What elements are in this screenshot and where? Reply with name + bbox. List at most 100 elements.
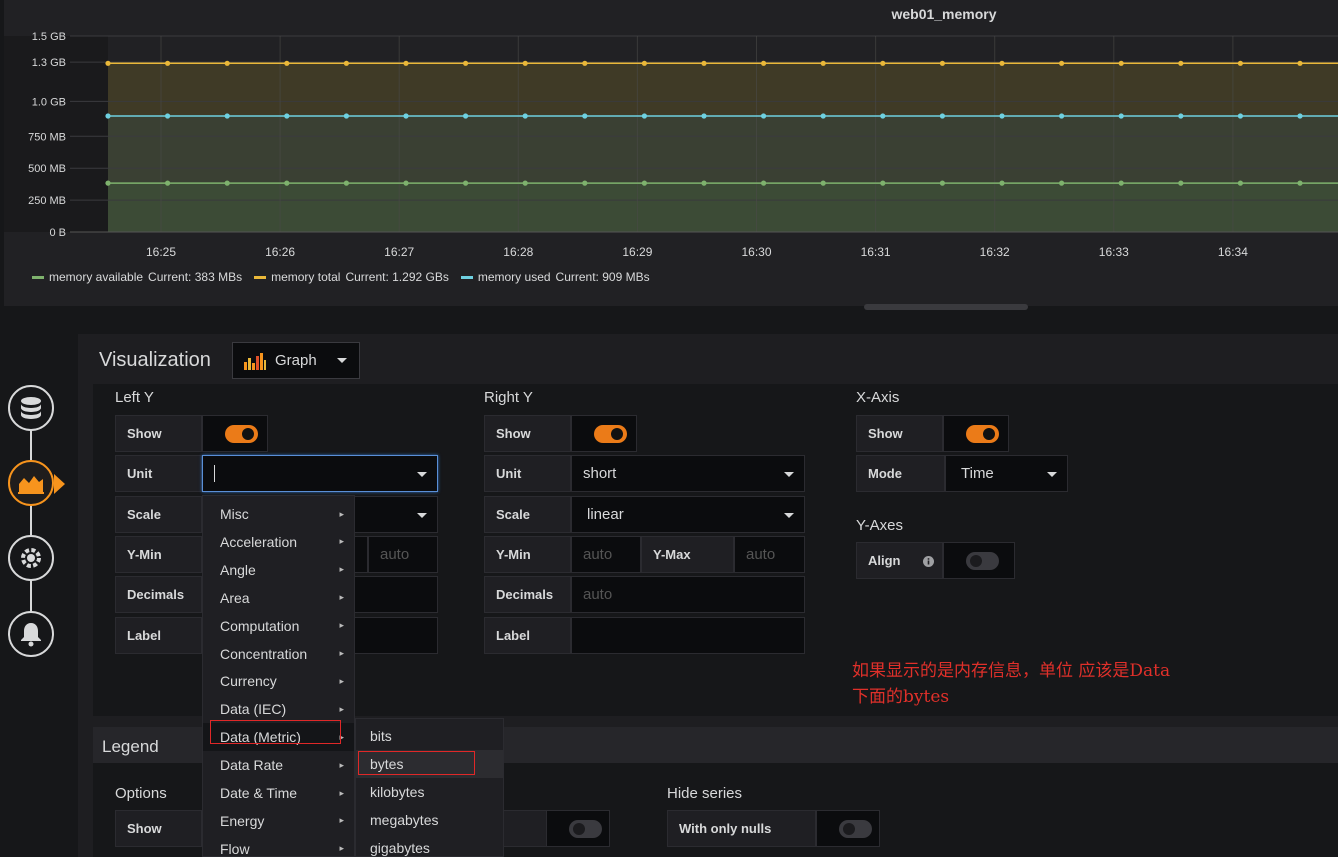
x-axis-mode-value: Time [961, 465, 994, 482]
right-y-label-input[interactable] [571, 617, 805, 654]
x-axis-show-toggle[interactable] [966, 424, 999, 443]
legend-swatch [460, 275, 473, 279]
right-y-scale-row: Scale linear [484, 496, 805, 533]
y-tick-label: 250 MB [28, 195, 66, 207]
y-axes-align-text: Align [868, 553, 901, 568]
chevron-right-icon: ▸ [339, 675, 344, 686]
visualization-icon[interactable] [8, 460, 54, 506]
unit-category-label: Data (IEC) [220, 701, 287, 718]
annotation-line-1: 如果显示的是内存信息，单位 应该是Data [852, 661, 1171, 681]
data-point [165, 180, 171, 186]
right-y-max-label: Y-Max [641, 536, 734, 573]
legend-item-memory-used[interactable]: memory used Current: 909 MBs [460, 270, 650, 284]
data-point [343, 60, 349, 66]
chevron-down-icon [336, 358, 347, 363]
unit-category-item[interactable]: Flow ▸ [203, 835, 354, 857]
right-y-show-field [571, 415, 637, 452]
database-icon[interactable] [8, 385, 54, 431]
highlight-box-data-metric [210, 720, 341, 744]
right-y-show-toggle[interactable] [594, 424, 627, 443]
legend-current-value: Current: 909 MBs [555, 270, 650, 284]
chevron-down-icon [784, 472, 794, 477]
data-point [343, 180, 349, 186]
left-y-show-toggle[interactable] [225, 424, 258, 443]
data-point [224, 60, 230, 66]
data-point [403, 60, 409, 66]
left-y-title: Left Y [115, 389, 154, 406]
annotation-note: 如果显示的是内存信息，单位 应该是Data 下面的bytes [852, 658, 1252, 710]
y-tick-label: 1.0 GB [32, 96, 66, 108]
data-point [999, 180, 1005, 186]
unit-category-item[interactable]: Currency ▸ [203, 667, 354, 695]
unit-category-item[interactable]: Computation ▸ [203, 612, 354, 640]
x-axis-mode-select[interactable]: Time [945, 455, 1068, 492]
data-point [165, 113, 171, 119]
unit-category-item[interactable]: Area ▸ [203, 584, 354, 612]
unit-category-item[interactable]: Concentration ▸ [203, 640, 354, 668]
unit-option-item[interactable]: gigabytes [356, 834, 503, 857]
data-point [1059, 60, 1065, 66]
info-icon[interactable] [923, 556, 934, 567]
unit-category-item[interactable]: Acceleration ▸ [203, 528, 354, 556]
unit-category-label: Acceleration [220, 533, 298, 550]
data-point [999, 113, 1005, 119]
area-fill-total [108, 63, 1338, 117]
unit-option-item[interactable]: megabytes [356, 806, 503, 834]
unit-category-label: Computation [220, 617, 300, 634]
right-y-scale-value: linear [587, 506, 624, 523]
data-point [1297, 180, 1303, 186]
visualization-picker[interactable]: Graph [232, 342, 360, 379]
x-tick-label: 16:25 [146, 245, 176, 259]
left-y-label-label: Label [115, 617, 202, 654]
y-tick-label: 500 MB [28, 163, 66, 175]
left-y-max-input[interactable]: auto [368, 536, 438, 573]
unit-category-item[interactable]: Date & Time ▸ [203, 779, 354, 807]
right-y-max-input[interactable]: auto [734, 536, 805, 573]
with-only-nulls-field [816, 810, 880, 847]
right-y-unit-select[interactable]: short [571, 455, 805, 492]
chevron-right-icon: ▸ [339, 843, 344, 854]
unit-category-item[interactable]: Angle ▸ [203, 556, 354, 584]
data-point [105, 180, 111, 186]
unit-submenu: bits bytes kilobytes megabytes gigabytes [355, 718, 504, 857]
data-point [939, 113, 946, 119]
x-tick-label: 16:33 [1099, 245, 1129, 259]
right-y-min-input[interactable]: auto [571, 536, 641, 573]
data-point [761, 180, 767, 186]
x-axis-show-label: Show [856, 415, 943, 452]
settings-icon[interactable] [8, 535, 54, 581]
unit-option-item[interactable]: kilobytes [356, 778, 503, 806]
panel-resize-handle[interactable] [864, 304, 1028, 310]
data-point [522, 60, 528, 66]
x-axis-mode-label: Mode [856, 455, 945, 492]
right-y-scale-select[interactable]: linear [571, 496, 805, 533]
legend-item-memory-total[interactable]: memory total Current: 1.292 GBs [254, 270, 449, 284]
legend-item-memory-available[interactable]: memory available Current: 383 MBs [32, 270, 242, 284]
right-y-decimals-input[interactable]: auto [571, 576, 805, 613]
unit-option-item[interactable]: bits [356, 722, 503, 750]
data-point [820, 180, 826, 186]
data-point [403, 180, 409, 186]
unit-category-item[interactable]: Data Rate ▸ [203, 751, 354, 779]
data-point [1297, 60, 1303, 66]
y-tick-label: 1.5 GB [32, 31, 66, 43]
x-axis-mode-row: Mode Time [856, 455, 1068, 492]
right-y-show-label: Show [484, 415, 571, 452]
legend-option-toggle[interactable] [569, 819, 602, 838]
active-tab-indicator [54, 474, 65, 494]
right-y-unit-value: short [583, 465, 617, 482]
data-point [463, 180, 469, 186]
data-point [641, 113, 648, 119]
data-point [582, 60, 588, 66]
legend-swatch [254, 275, 267, 279]
data-point [701, 60, 707, 66]
with-only-nulls-toggle[interactable] [839, 819, 872, 838]
y-axes-align-toggle[interactable] [966, 551, 999, 570]
left-y-unit-input[interactable] [202, 455, 438, 492]
unit-category-item[interactable]: Energy ▸ [203, 807, 354, 835]
data-point [463, 113, 469, 119]
unit-category-item[interactable]: Misc ▸ [203, 500, 354, 528]
left-y-unit-label: Unit [115, 455, 202, 492]
alert-bell-icon[interactable] [8, 611, 54, 657]
left-y-unit-row: Unit [115, 455, 438, 492]
